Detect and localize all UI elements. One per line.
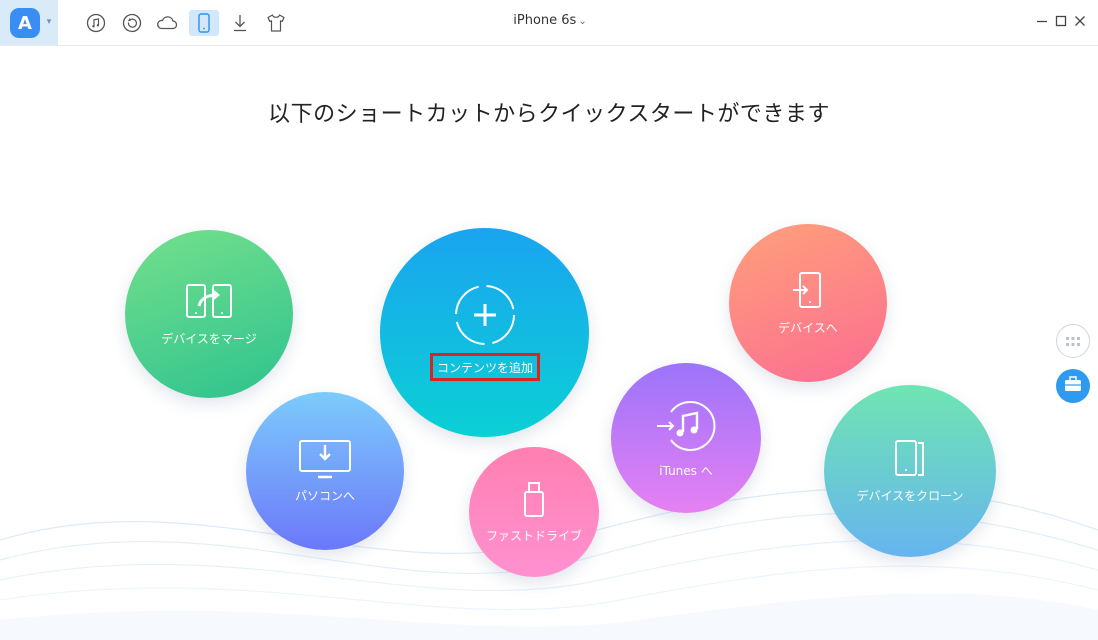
grid-icon xyxy=(1066,332,1080,351)
merge-icon xyxy=(184,282,234,322)
to-device-icon xyxy=(790,271,826,311)
usb-drive-icon xyxy=(521,481,547,519)
grid-view-button[interactable] xyxy=(1056,324,1090,358)
add-content-button[interactable] xyxy=(380,228,589,437)
itunes-icon xyxy=(655,398,717,454)
music-icon[interactable] xyxy=(84,11,108,35)
cloud-icon[interactable] xyxy=(155,11,179,35)
toolbox-button[interactable] xyxy=(1056,369,1090,403)
app-logo[interactable]: A xyxy=(10,8,40,38)
monitor-icon xyxy=(298,439,352,479)
page-title: 以下のショートカットからクイックスタートができます xyxy=(268,102,830,127)
chevron-down-icon[interactable]: ▾ xyxy=(44,17,54,27)
to-device-label: デバイスへ xyxy=(778,320,838,335)
clone-device-button[interactable]: デバイスをクローン xyxy=(824,385,996,557)
clone-icon xyxy=(892,439,928,479)
top-bar: A ▾ iPhone 6s ⌄ xyxy=(0,0,1098,46)
to-itunes-label: iTunes へ xyxy=(659,463,713,478)
to-itunes-button[interactable]: iTunes へ xyxy=(611,363,761,513)
app-logo-area[interactable]: A ▾ xyxy=(0,0,58,45)
to-pc-label: パソコンへ xyxy=(294,488,355,503)
tshirt-icon[interactable] xyxy=(264,11,288,35)
to-device-button[interactable]: デバイスへ xyxy=(729,224,887,382)
minimize-button[interactable] xyxy=(1034,13,1050,29)
fast-drive-button[interactable]: ファストドライブ xyxy=(469,447,599,577)
merge-devices-label: デバイスをマージ xyxy=(161,331,257,346)
device-name: iPhone 6s xyxy=(513,13,577,28)
maximize-button[interactable] xyxy=(1053,13,1069,29)
to-pc-button[interactable]: パソコンへ xyxy=(246,392,404,550)
add-icon xyxy=(452,282,518,348)
clone-device-label: デバイスをクローン xyxy=(856,488,964,503)
fast-drive-label: ファストドライブ xyxy=(485,528,582,543)
download-icon[interactable] xyxy=(228,11,252,35)
toolbox-icon xyxy=(1064,376,1082,396)
merge-devices-button[interactable]: デバイスをマージ xyxy=(125,230,293,398)
chevron-down-icon: ⌄ xyxy=(578,16,587,27)
close-button[interactable] xyxy=(1072,13,1088,29)
phone-icon[interactable] xyxy=(189,10,219,36)
add-content-label[interactable]: コンテンツを追加 xyxy=(430,353,540,381)
history-icon[interactable] xyxy=(120,11,144,35)
device-selector[interactable]: iPhone 6s ⌄ xyxy=(480,13,620,28)
